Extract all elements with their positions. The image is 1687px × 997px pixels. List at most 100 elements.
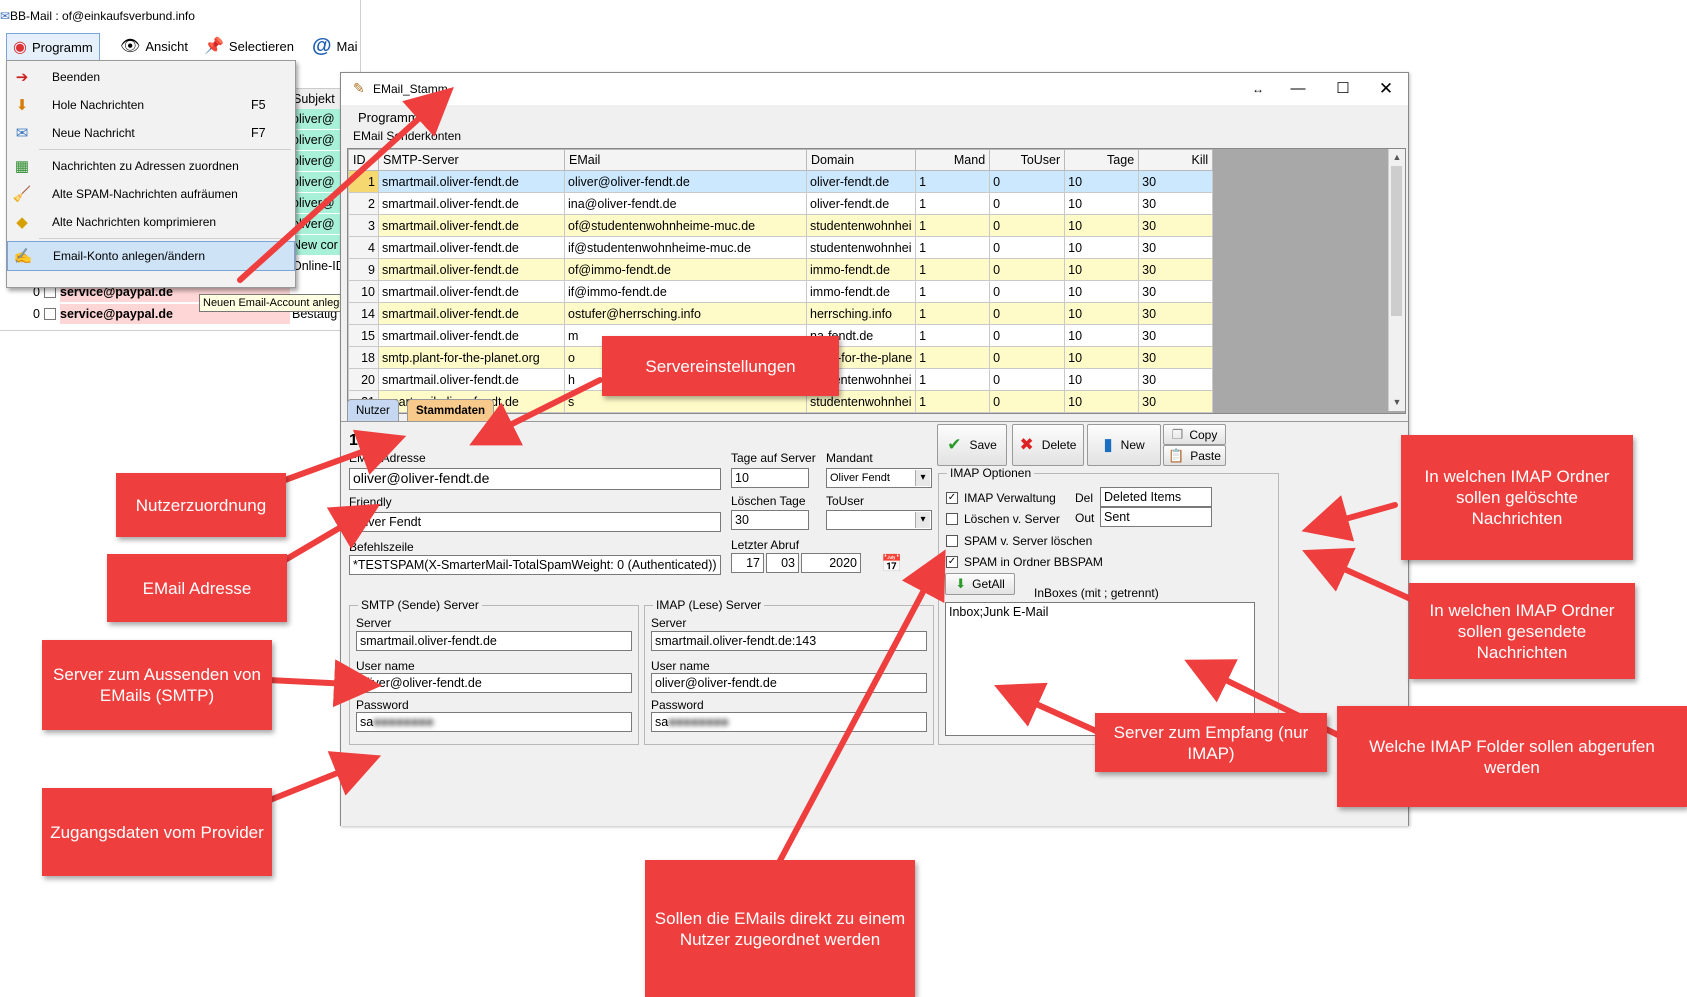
table-cell[interactable]: 10 <box>1064 368 1140 391</box>
table-cell[interactable]: of@immo-fendt.de <box>564 258 807 281</box>
table-cell[interactable]: 15 <box>348 324 379 347</box>
table-row[interactable]: 2 smartmail.oliver-fendt.de ina@oliver-fen… <box>348 192 1214 215</box>
spam-ordner-checkbox[interactable]: ✓ SPAM in Ordner BBSPAM <box>946 555 1103 569</box>
imap-password-field[interactable]: sa●●●●●●●● <box>651 712 927 732</box>
table-cell[interactable]: 4 <box>348 236 379 259</box>
table-cell[interactable]: 0 <box>989 258 1066 281</box>
mandant-select[interactable]: Oliver Fendt <box>826 468 932 488</box>
maximize-button[interactable]: ☐ <box>1326 77 1360 101</box>
table-cell[interactable]: smartmail.oliver-fendt.de <box>378 280 565 303</box>
table-cell[interactable]: if@studentenwohnheime-muc.de <box>564 236 807 259</box>
table-scrollbar[interactable]: ▲ ▼ <box>1388 149 1405 411</box>
table-cell[interactable]: 10 <box>1064 280 1140 303</box>
delete-button[interactable]: ✖ Delete <box>1012 424 1084 466</box>
table-cell[interactable]: 30 <box>1138 390 1214 413</box>
befehl-field[interactable]: *TESTSPAM(X-SmarterMail-TotalSpamWeight:… <box>349 555 721 575</box>
menu-selectieren[interactable]: 📌 Selectieren <box>198 33 300 59</box>
table-row[interactable]: 1 smartmail.oliver-fendt.de oliver@oliver-… <box>348 170 1214 193</box>
table-cell[interactable]: 10 <box>1064 302 1140 325</box>
table-cell[interactable]: studentenwohnhei <box>805 236 917 259</box>
table-row[interactable]: 4 smartmail.oliver-fendt.de if@studentenwo… <box>348 236 1214 259</box>
table-cell[interactable]: 0 <box>989 170 1066 193</box>
menu-item-neue-nachricht[interactable]: ✉ Neue Nachricht F7 <box>7 119 295 147</box>
window-menu-programm[interactable]: Programm <box>358 110 419 125</box>
table-cell[interactable]: 2 <box>348 192 379 215</box>
table-cell[interactable]: 1 <box>915 236 991 259</box>
new-button[interactable]: ▮ New <box>1087 424 1161 466</box>
table-row[interactable]: 3 smartmail.oliver-fendt.de of@studentenwo… <box>348 214 1214 237</box>
table-cell[interactable]: smartmail.oliver-fendt.de <box>378 236 565 259</box>
table-cell[interactable]: smartmail.oliver-fendt.de <box>378 170 565 193</box>
imap-server-field[interactable]: smartmail.oliver-fendt.de:143 <box>651 631 927 651</box>
minimize-button[interactable]: — <box>1281 77 1315 101</box>
menu-item-komprimieren[interactable]: ◆ Alte Nachrichten komprimieren <box>7 208 295 236</box>
tage-field[interactable]: 10 <box>731 468 809 488</box>
table-cell[interactable]: 30 <box>1138 302 1214 325</box>
col-header-email[interactable]: EMail <box>564 149 807 171</box>
scroll-down-icon[interactable]: ▼ <box>1389 394 1405 410</box>
save-button[interactable]: ✔ Save <box>937 424 1007 466</box>
row-checkbox[interactable] <box>44 308 56 320</box>
letzter-day-field[interactable]: 17 <box>731 553 764 573</box>
table-cell[interactable]: 30 <box>1138 280 1214 303</box>
table-cell[interactable]: 30 <box>1138 214 1214 237</box>
menu-programm[interactable]: ◉ Programm <box>6 33 100 61</box>
table-cell[interactable]: 0 <box>989 302 1066 325</box>
table-cell[interactable]: 0 <box>989 368 1066 391</box>
email-field[interactable]: oliver@oliver-fendt.de <box>349 468 721 490</box>
menu-item-email-konto[interactable]: ✍ Email-Konto anlegen/ändern <box>7 241 295 271</box>
table-cell[interactable]: 10 <box>1064 214 1140 237</box>
table-cell[interactable]: 3 <box>348 214 379 237</box>
table-cell[interactable]: if@immo-fendt.de <box>564 280 807 303</box>
table-cell[interactable]: immo-fendt.de <box>805 280 917 303</box>
table-cell[interactable]: of@studentenwohnheime-muc.de <box>564 214 807 237</box>
table-cell[interactable]: 1 <box>915 214 991 237</box>
touser-select[interactable] <box>826 510 932 530</box>
table-cell[interactable]: oliver-fendt.de <box>805 170 917 193</box>
col-header-kill[interactable]: Kill <box>1138 149 1214 171</box>
table-cell[interactable]: 20 <box>348 368 379 391</box>
col-header-id[interactable]: ID <box>348 149 379 171</box>
table-cell[interactable]: 10 <box>1064 192 1140 215</box>
col-header-tage[interactable]: Tage <box>1064 149 1140 171</box>
table-cell[interactable]: 30 <box>1138 346 1214 369</box>
table-cell[interactable]: immo-fendt.de <box>805 258 917 281</box>
table-cell[interactable]: 0 <box>989 324 1066 347</box>
table-cell[interactable]: ostufer@herrsching.info <box>564 302 807 325</box>
table-cell[interactable]: 0 <box>989 280 1066 303</box>
out-folder-field[interactable]: Sent <box>1100 507 1212 527</box>
menu-item-zuordnen[interactable]: ▦ Nachrichten zu Adressen zuordnen <box>7 152 295 180</box>
table-row[interactable]: 14 smartmail.oliver-fendt.de ostufer@herrs… <box>348 302 1214 325</box>
table-cell[interactable]: smartmail.oliver-fendt.de <box>378 368 565 391</box>
loeschen-server-checkbox[interactable]: Löschen v. Server <box>946 512 1060 526</box>
table-cell[interactable]: 1 <box>915 192 991 215</box>
table-cell[interactable]: 0 <box>989 214 1066 237</box>
table-cell[interactable]: studentenwohnhei <box>805 214 917 237</box>
resize-icon[interactable]: ↔ <box>1241 77 1275 101</box>
table-cell[interactable]: 30 <box>1138 324 1214 347</box>
copy-button[interactable]: ❐ Copy <box>1163 424 1226 445</box>
tab-nutzer[interactable]: Nutzer <box>347 399 399 422</box>
menu-item-spam-aufraeumen[interactable]: 🧹 Alte SPAM-Nachrichten aufräumen <box>7 180 295 208</box>
col-header-domain[interactable]: Domain <box>805 149 917 171</box>
table-cell[interactable]: 30 <box>1138 192 1214 215</box>
table-cell[interactable]: 10 <box>1064 258 1140 281</box>
letzter-year-field[interactable]: 2020 <box>801 553 861 573</box>
menu-item-hole-nachrichten[interactable]: ⬇ Hole Nachrichten F5 <box>7 91 295 119</box>
table-row[interactable]: 10 smartmail.oliver-fendt.de if@immo-fendt… <box>348 280 1214 303</box>
letzter-month-field[interactable]: 03 <box>766 553 799 573</box>
del-folder-field[interactable]: Deleted Items <box>1100 487 1212 507</box>
table-cell[interactable]: 1 <box>915 258 991 281</box>
table-cell[interactable]: 0 <box>989 192 1066 215</box>
menu-ansicht[interactable]: 👁 Ansicht <box>114 33 194 59</box>
imap-user-field[interactable]: oliver@oliver-fendt.de <box>651 673 927 693</box>
scrollbar-thumb[interactable] <box>1391 166 1402 316</box>
table-cell[interactable]: 9 <box>348 258 379 281</box>
close-button[interactable]: ✕ <box>1369 77 1403 101</box>
imap-verwaltung-checkbox[interactable]: ✓ IMAP Verwaltung <box>946 491 1056 505</box>
table-cell[interactable]: 30 <box>1138 170 1214 193</box>
smtp-server-field[interactable]: smartmail.oliver-fendt.de <box>356 631 632 651</box>
menu-mail[interactable]: @ Mai <box>306 33 363 59</box>
col-header-smtp[interactable]: SMTP-Server <box>378 149 565 171</box>
tab-stammdaten[interactable]: Stammdaten <box>407 399 495 422</box>
